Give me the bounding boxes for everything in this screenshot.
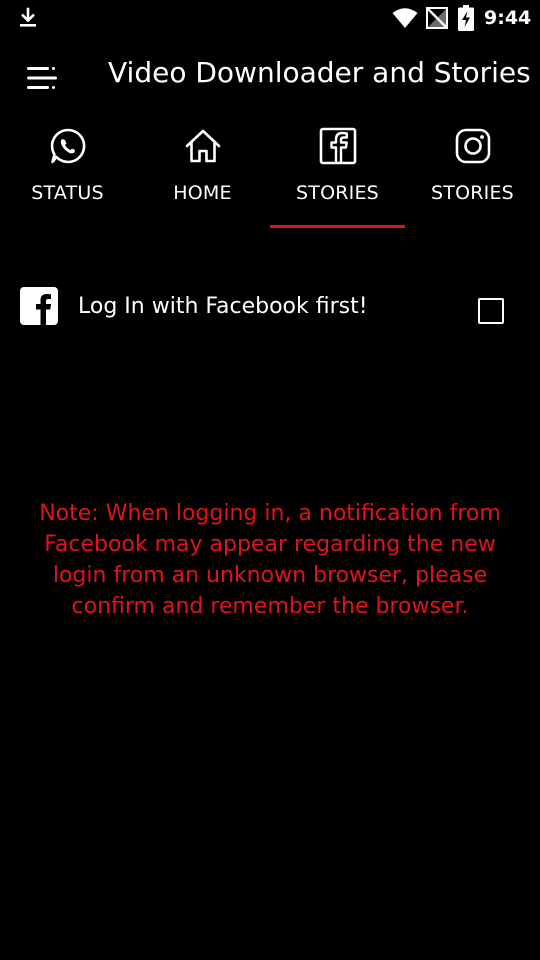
facebook-login-checkbox[interactable] bbox=[478, 298, 504, 324]
tab-bar: STATUS HOME STORIES STORIES bbox=[0, 116, 540, 228]
tab-label: HOME bbox=[173, 182, 232, 204]
battery-charging-icon bbox=[458, 5, 474, 31]
login-note: Note: When logging in, a notification fr… bbox=[39, 501, 501, 619]
tab-instagram-stories[interactable]: STORIES bbox=[405, 116, 540, 228]
tab-facebook-stories[interactable]: STORIES bbox=[270, 116, 405, 228]
tab-home[interactable]: HOME bbox=[135, 116, 270, 228]
status-bar: 9:44 bbox=[0, 0, 540, 36]
download-icon bbox=[20, 7, 36, 27]
wifi-icon bbox=[392, 8, 418, 28]
facebook-login-row[interactable]: Log In with Facebook first! bbox=[0, 278, 540, 338]
facebook-login-label: Log In with Facebook first! bbox=[78, 294, 368, 319]
app-title: Video Downloader and Stories bbox=[108, 56, 531, 89]
instagram-icon bbox=[455, 128, 490, 164]
tab-status[interactable]: STATUS bbox=[0, 116, 135, 228]
home-icon bbox=[185, 129, 220, 163]
menu-button[interactable] bbox=[20, 56, 64, 100]
status-time: 9:44 bbox=[484, 7, 532, 29]
tab-label: STATUS bbox=[31, 182, 104, 204]
tab-label: STORIES bbox=[296, 182, 379, 204]
facebook-icon bbox=[319, 127, 356, 165]
selected-tab-indicator bbox=[270, 225, 405, 228]
no-signal-icon bbox=[426, 7, 448, 29]
app-bar: Video Downloader and Stories bbox=[0, 36, 540, 116]
menu-icon bbox=[27, 67, 57, 89]
whatsapp-icon bbox=[50, 128, 85, 164]
facebook-icon bbox=[20, 287, 58, 325]
tab-label: STORIES bbox=[431, 182, 514, 204]
